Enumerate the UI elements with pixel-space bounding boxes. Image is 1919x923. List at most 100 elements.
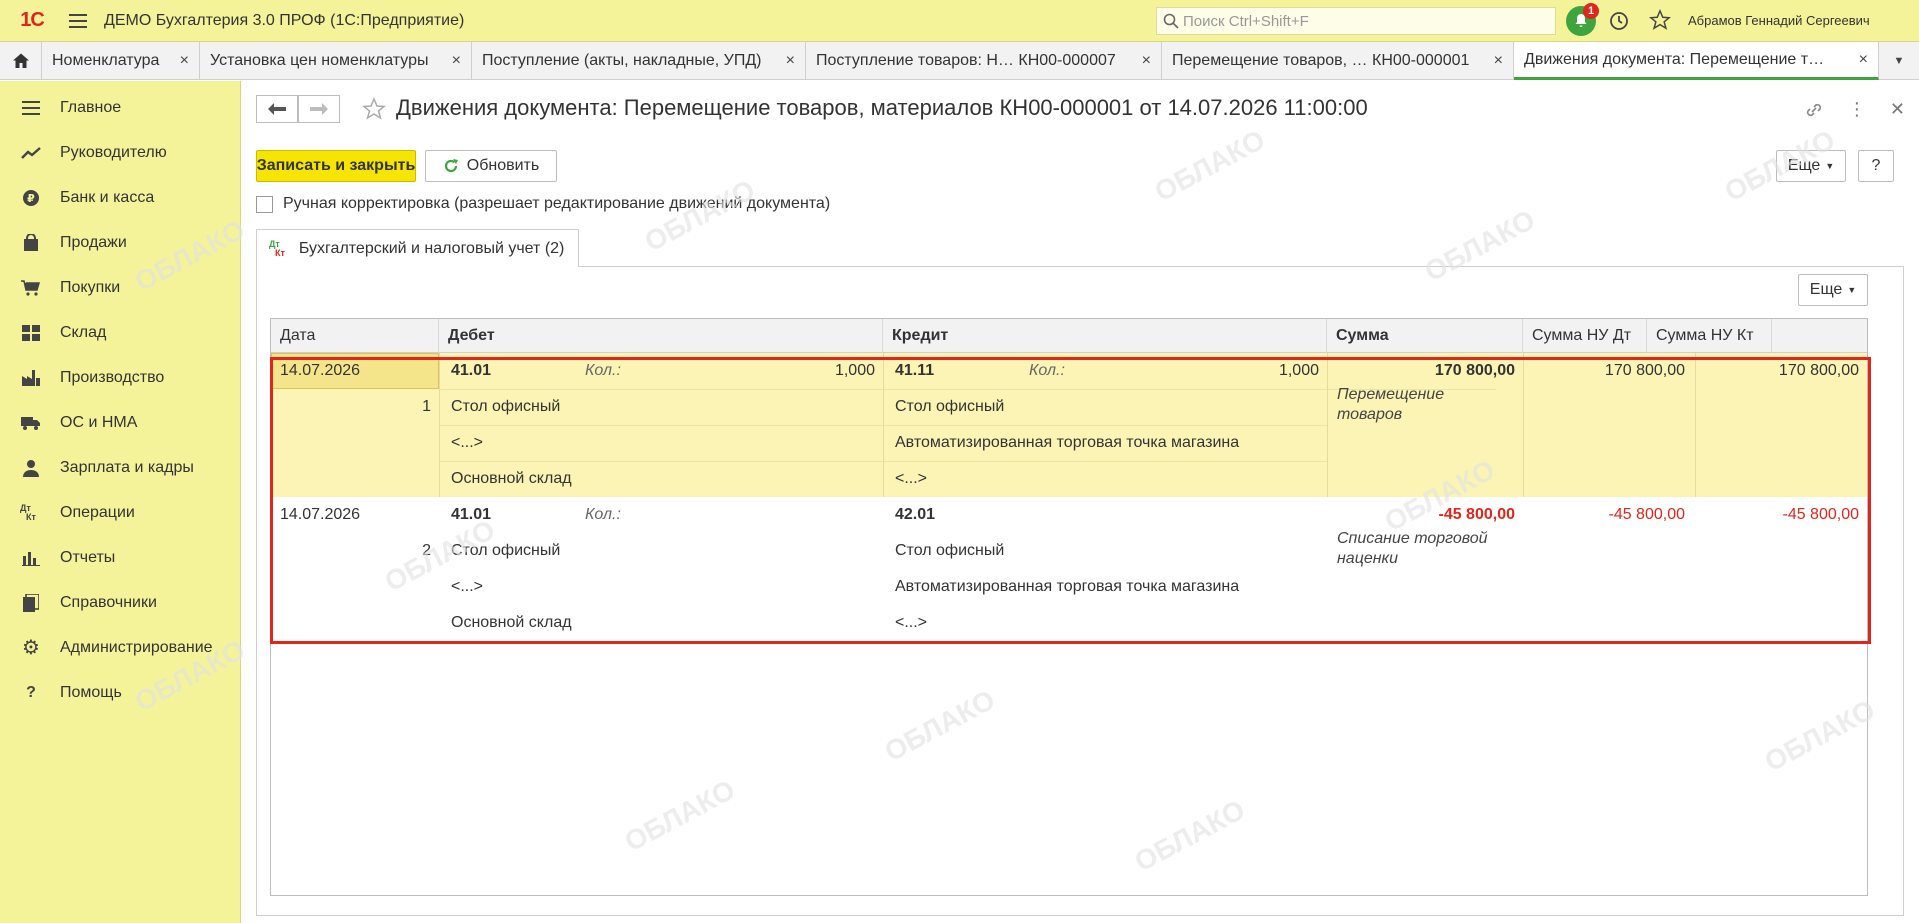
- row-number: 2: [422, 542, 431, 559]
- bar-chart-icon: [20, 547, 42, 569]
- forward-button[interactable]: [298, 95, 340, 123]
- kt-label: Кт: [275, 247, 285, 258]
- back-button[interactable]: [256, 95, 298, 123]
- manual-edit-label[interactable]: Ручная корректировка (разрешает редактир…: [283, 195, 830, 213]
- row-content-line-2: товаров: [1337, 406, 1403, 423]
- debit-subconto-2: <...>: [451, 434, 484, 451]
- sidebar-item-label: Руководителю: [60, 143, 167, 161]
- sidebar-item-sales[interactable]: Продажи: [0, 220, 240, 265]
- credit-subconto-2: Автоматизированная торговая точка магази…: [895, 578, 1240, 595]
- sidebar-item-label: Администрирование: [60, 638, 213, 656]
- header-sum-nu-kt[interactable]: Сумма НУ Кт: [1647, 319, 1772, 353]
- header-credit[interactable]: Кредит: [883, 319, 1327, 353]
- notifications-bell-icon[interactable]: 1: [1566, 3, 1599, 36]
- close-icon[interactable]: ×: [452, 52, 461, 70]
- debit-subconto-2: <...>: [451, 578, 484, 595]
- close-icon[interactable]: ×: [1859, 51, 1868, 69]
- favorites-star-icon[interactable]: [1649, 9, 1671, 31]
- header-sum[interactable]: Сумма: [1327, 319, 1523, 353]
- sidebar-item-label: Справочники: [60, 593, 157, 611]
- credit-account: 42.01: [895, 506, 936, 523]
- debit-account: 41.01: [451, 362, 492, 379]
- debit-qty-label: Кол.:: [585, 362, 621, 379]
- sidebar-item-admin[interactable]: ⚙ Администрирование: [0, 625, 240, 670]
- search-input[interactable]: Поиск Ctrl+Shift+F: [1156, 7, 1556, 35]
- main-menu-icon[interactable]: [64, 0, 92, 42]
- more-label: Еще: [1809, 281, 1843, 298]
- table-row[interactable]: 14.07.2026 1 41.01 Кол.: 1,000 Стол офис…: [271, 353, 1867, 497]
- dt-kt-icon: Дт Кт: [20, 502, 42, 524]
- sidebar-item-production[interactable]: Производство: [0, 355, 240, 400]
- grid-more-button[interactable]: Еще ▼: [1798, 274, 1868, 306]
- notifications-badge: 1: [1583, 3, 1599, 19]
- person-icon: [20, 457, 42, 479]
- favorite-star-icon[interactable]: [362, 97, 386, 121]
- sidebar-item-warehouse[interactable]: Склад: [0, 310, 240, 355]
- close-icon[interactable]: ×: [1142, 52, 1151, 70]
- tab-label: Установка цен номенклатуры: [210, 52, 429, 69]
- tabs-bar: Номенклатура × Установка цен номенклатуры…: [0, 42, 1919, 80]
- row-sum-nu-kt: 170 800,00: [1778, 362, 1859, 379]
- history-icon[interactable]: [1608, 10, 1630, 32]
- row-sum-nu-dt: -45 800,00: [1608, 506, 1685, 523]
- movements-table[interactable]: Дата Дебет Кредит Сумма Сумма НУ Дт Сумм…: [270, 318, 1868, 896]
- row-content-line-2: наценки: [1337, 550, 1399, 567]
- link-icon[interactable]: [1804, 100, 1824, 120]
- close-icon[interactable]: ×: [1494, 52, 1503, 70]
- credit-qty: 1,000: [1278, 362, 1319, 379]
- debit-subconto-3: Основной склад: [451, 470, 572, 487]
- credit-qty-label: Кол.:: [1029, 362, 1065, 379]
- sidebar-item-reports[interactable]: Отчеты: [0, 535, 240, 580]
- tab-nomenclature[interactable]: Номенклатура ×: [42, 42, 200, 80]
- tab-receipt-goods[interactable]: Поступление товаров: Н… КН00-000007 ×: [806, 42, 1162, 80]
- sidebar-item-salary[interactable]: Зарплата и кадры: [0, 445, 240, 490]
- sidebar-item-fixed-assets[interactable]: ОС и НМА: [0, 400, 240, 445]
- row-sum-nu-kt: -45 800,00: [1782, 506, 1859, 523]
- table-header: Дата Дебет Кредит Сумма Сумма НУ Дт Сумм…: [271, 319, 1867, 353]
- header-debit[interactable]: Дебет: [439, 319, 883, 353]
- home-tab[interactable]: [0, 42, 42, 80]
- sidebar-item-label: Склад: [60, 323, 107, 341]
- more-button[interactable]: Еще ▼: [1776, 150, 1846, 182]
- tab-receipts[interactable]: Поступление (акты, накладные, УПД) ×: [472, 42, 806, 80]
- sidebar-item-label: Зарплата и кадры: [60, 458, 194, 476]
- arrow-left-icon: [268, 103, 286, 115]
- tabs-more-chevron-icon[interactable]: ▼: [1879, 42, 1919, 80]
- user-name[interactable]: Абрамов Геннадий Сергеевич: [1688, 13, 1870, 28]
- sidebar-item-main[interactable]: Главное: [0, 85, 240, 130]
- tab-document-movements[interactable]: Движения документа: Перемещение т… ×: [1514, 42, 1879, 80]
- credit-subconto-1: Стол офисный: [895, 542, 1005, 559]
- more-vertical-icon[interactable]: ⋮: [1848, 99, 1866, 120]
- credit-subconto-1: Стол офисный: [895, 398, 1005, 415]
- sidebar-item-help[interactable]: ? Помощь: [0, 670, 240, 715]
- header-sum-nu-dt[interactable]: Сумма НУ Дт: [1523, 319, 1647, 353]
- refresh-button[interactable]: Обновить: [425, 150, 557, 182]
- debit-subconto-1: Стол офисный: [451, 398, 561, 415]
- page-title: Движения документа: Перемещение товаров,…: [396, 95, 1368, 120]
- sidebar-item-manager[interactable]: Руководителю: [0, 130, 240, 175]
- sidebar-item-bank[interactable]: ₽ Банк и касса: [0, 175, 240, 220]
- save-and-close-button[interactable]: Записать и закрыть: [256, 150, 416, 182]
- table-row[interactable]: 14.07.2026 2 41.01 Кол.: Стол офисный <.…: [271, 497, 1867, 641]
- help-button[interactable]: ?: [1858, 150, 1894, 182]
- tab-label: Номенклатура: [52, 52, 160, 69]
- chevron-down-icon: ▼: [1847, 285, 1857, 295]
- close-icon[interactable]: ✕: [1890, 99, 1905, 120]
- tab-accounting-tax[interactable]: Дт Кт Бухгалтерский и налоговый учет (2): [256, 229, 580, 267]
- close-icon[interactable]: ×: [786, 52, 795, 70]
- sidebar-item-references[interactable]: Справочники: [0, 580, 240, 625]
- manual-edit-checkbox[interactable]: [256, 195, 273, 213]
- sidebar-item-label: Отчеты: [60, 548, 116, 566]
- header-date[interactable]: Дата: [271, 319, 439, 353]
- form-window-controls: ⋮ ✕: [1804, 99, 1905, 120]
- sidebar-item-label: Производство: [60, 368, 165, 386]
- dt-kt-icon: Дт Кт: [269, 239, 285, 258]
- sidebar-item-purchases[interactable]: Покупки: [0, 265, 240, 310]
- close-icon[interactable]: ×: [180, 52, 189, 70]
- tab-transfer-goods[interactable]: Перемещение товаров, … КН00-000001 ×: [1162, 42, 1514, 80]
- sidebar-item-operations[interactable]: Дт Кт Операции: [0, 490, 240, 535]
- app-logo[interactable]: 1С: [8, 0, 56, 42]
- more-label: Еще: [1787, 157, 1821, 174]
- tab-price-setting[interactable]: Установка цен номенклатуры ×: [200, 42, 472, 80]
- menu-lines-icon: [20, 97, 42, 119]
